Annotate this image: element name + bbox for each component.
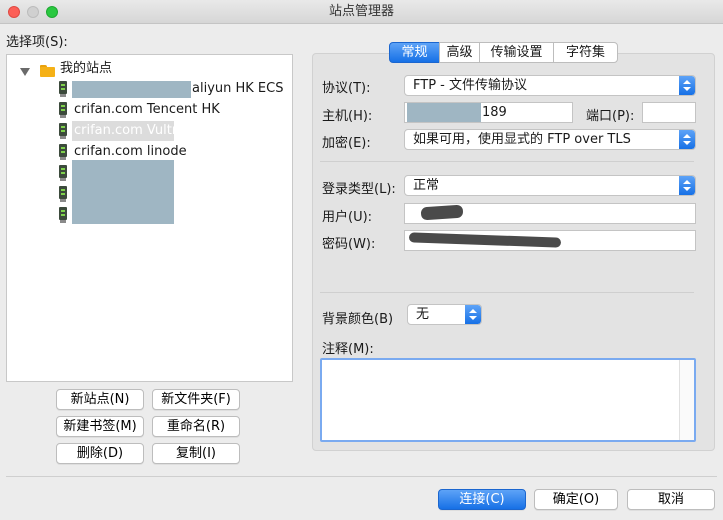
- new-folder-button[interactable]: 新文件夹(F): [152, 389, 240, 410]
- tree-site-item-selected[interactable]: crifan.com Vultr: [7, 121, 287, 141]
- server-icon: [59, 102, 67, 118]
- zoom-window-button[interactable]: [46, 6, 58, 18]
- separator: [320, 161, 694, 162]
- encryption-select[interactable]: 如果可用，使用显式的 FTP over TLS: [404, 129, 696, 150]
- background-color-label: 背景颜色(B): [322, 312, 394, 327]
- server-icon: [59, 144, 67, 160]
- separator: [6, 476, 717, 477]
- protocol-select[interactable]: FTP - 文件传输协议: [404, 75, 696, 96]
- server-icon: [59, 81, 67, 97]
- select-arrows-icon: [465, 305, 481, 324]
- ok-button[interactable]: 确定(O): [534, 489, 618, 510]
- new-site-button[interactable]: 新站点(N): [56, 389, 144, 410]
- encryption-label: 加密(E):: [322, 136, 371, 151]
- tree-site-item[interactable]: aliyun HK ECS: [7, 79, 287, 99]
- select-arrows-icon: [679, 76, 695, 95]
- connect-button[interactable]: 连接(C): [438, 489, 526, 510]
- host-input-value: 189: [482, 105, 507, 120]
- tree-site-label: aliyun HK ECS: [192, 81, 284, 96]
- background-color-select-value: 无: [416, 307, 430, 322]
- server-icon: [59, 123, 67, 139]
- redacted-block: [407, 103, 481, 122]
- logon-type-select-value: 正常: [413, 178, 440, 193]
- tab-advanced[interactable]: 高级: [439, 42, 480, 63]
- folder-icon: [40, 65, 55, 77]
- minimize-window-button[interactable]: [27, 6, 39, 18]
- server-icon: [59, 207, 67, 223]
- server-icon: [59, 186, 67, 202]
- scribble-redaction: [408, 232, 562, 248]
- logon-type-label: 登录类型(L):: [322, 182, 396, 197]
- tab-charset[interactable]: 字符集: [553, 42, 618, 63]
- background-color-select[interactable]: 无: [407, 304, 482, 325]
- logon-type-select[interactable]: 正常: [404, 175, 696, 196]
- encryption-select-value: 如果可用，使用显式的 FTP over TLS: [413, 132, 631, 147]
- window-title: 站点管理器: [328, 4, 394, 19]
- password-input[interactable]: [404, 230, 696, 251]
- copy-button[interactable]: 复制(I): [152, 443, 240, 464]
- protocol-select-value: FTP - 文件传输协议: [413, 78, 527, 93]
- host-input[interactable]: 189: [404, 102, 573, 123]
- select-arrows-icon: [679, 130, 695, 149]
- redacted-block: [72, 81, 191, 98]
- tree-site-label: crifan.com Tencent HK: [74, 102, 220, 117]
- select-entry-label: 选择项(S):: [6, 35, 68, 50]
- comments-textarea[interactable]: [320, 358, 696, 442]
- select-arrows-icon: [679, 176, 695, 195]
- close-window-button[interactable]: [8, 6, 20, 18]
- port-input[interactable]: [642, 102, 696, 123]
- delete-button[interactable]: 删除(D): [56, 443, 144, 464]
- site-tree[interactable]: 我的站点 aliyun HK ECS crifan.com Tencent HK…: [6, 54, 293, 382]
- tree-site-item[interactable]: [7, 184, 67, 204]
- tree-root-my-sites[interactable]: 我的站点: [7, 59, 287, 79]
- user-label: 用户(U):: [322, 210, 373, 225]
- redacted-block: [72, 160, 174, 224]
- host-label: 主机(H):: [322, 109, 373, 124]
- comments-label: 注释(M):: [322, 342, 374, 357]
- new-bookmark-button[interactable]: 新建书签(M): [56, 416, 144, 437]
- server-icon: [59, 165, 67, 181]
- title-bar: 站点管理器: [0, 0, 723, 24]
- tree-site-item[interactable]: crifan.com linode: [7, 142, 287, 162]
- port-label: 端口(P):: [586, 109, 635, 124]
- disclosure-triangle-icon[interactable]: [20, 68, 30, 76]
- tab-general[interactable]: 常规: [389, 42, 440, 63]
- tab-transfer-settings[interactable]: 传输设置: [479, 42, 554, 63]
- password-label: 密码(W):: [322, 237, 376, 252]
- tree-site-label: crifan.com linode: [74, 144, 187, 159]
- scribble-redaction: [420, 204, 464, 221]
- tree-root-label: 我的站点: [60, 61, 113, 76]
- tree-site-item[interactable]: [7, 205, 67, 225]
- rename-button[interactable]: 重命名(R): [152, 416, 240, 437]
- protocol-label: 协议(T):: [322, 81, 371, 96]
- tree-site-item[interactable]: crifan.com Tencent HK: [7, 100, 287, 120]
- user-input[interactable]: [404, 203, 696, 224]
- cancel-button[interactable]: 取消: [627, 489, 715, 510]
- separator: [320, 292, 694, 293]
- comments-scrollbar[interactable]: [679, 360, 694, 440]
- tree-site-label: crifan.com Vultr: [74, 123, 178, 138]
- tree-site-item[interactable]: [7, 163, 67, 183]
